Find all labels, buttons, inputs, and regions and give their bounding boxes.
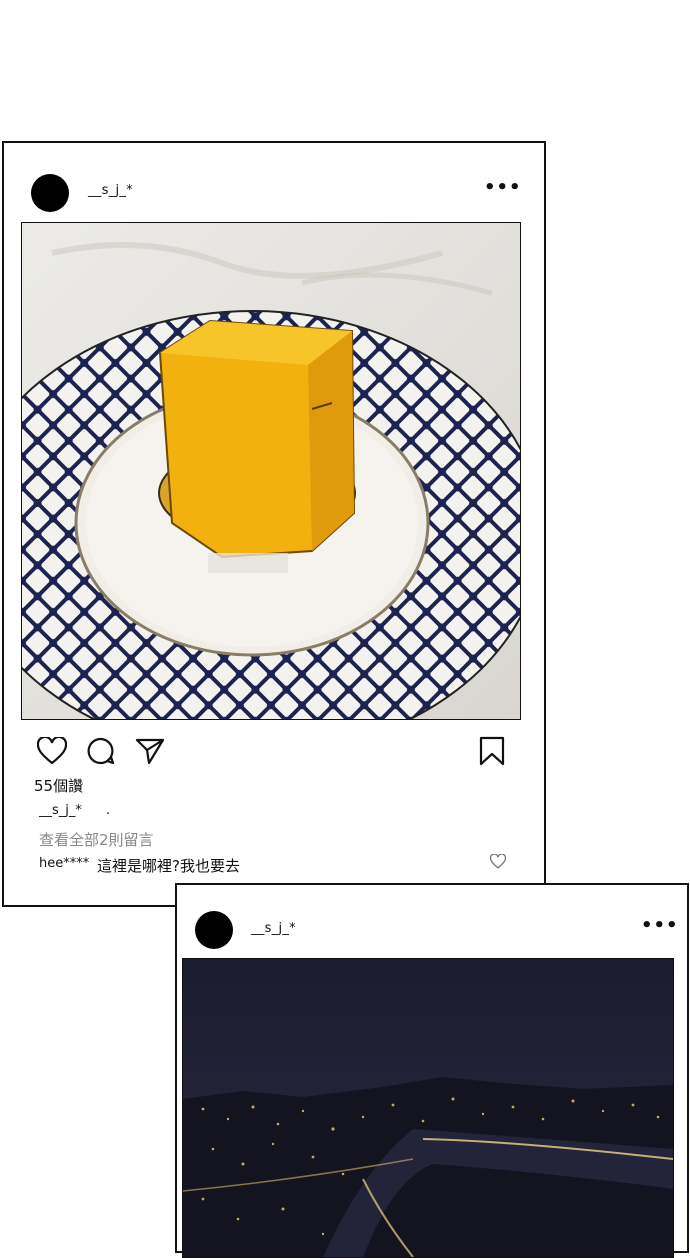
comment-text: 這裡是哪裡?我也要去 bbox=[97, 857, 240, 875]
more-options-icon[interactable]: ••• bbox=[484, 179, 522, 197]
night-city-illustration bbox=[183, 959, 673, 1257]
more-options-icon[interactable]: ••• bbox=[641, 917, 679, 935]
comment-username[interactable]: hee**** bbox=[39, 856, 89, 871]
cake-illustration bbox=[22, 223, 520, 719]
bookmark-icon[interactable] bbox=[479, 736, 505, 770]
post-username[interactable]: __s_j_* bbox=[88, 183, 133, 198]
post-photo[interactable] bbox=[182, 958, 674, 1258]
like-count[interactable]: 55個讚 bbox=[34, 775, 83, 796]
post-card-2: __s_j_* ••• bbox=[175, 883, 689, 1258]
post-photo[interactable] bbox=[21, 222, 521, 720]
post-username[interactable]: __s_j_* bbox=[251, 921, 296, 936]
caption-username[interactable]: __s_j_* bbox=[39, 803, 82, 818]
view-all-comments-link[interactable]: 查看全部2則留言 bbox=[39, 829, 154, 850]
avatar[interactable] bbox=[195, 911, 233, 949]
send-icon[interactable] bbox=[135, 737, 165, 769]
comment-icon[interactable] bbox=[87, 737, 115, 769]
post-card-1: __s_j_* ••• 55個讚 __s_j_* . 查看全部2則留言 hee*… bbox=[2, 141, 546, 907]
heart-icon[interactable] bbox=[36, 735, 68, 769]
avatar[interactable] bbox=[31, 174, 69, 212]
small-heart-icon[interactable] bbox=[489, 853, 507, 873]
caption-text: . bbox=[106, 803, 111, 818]
